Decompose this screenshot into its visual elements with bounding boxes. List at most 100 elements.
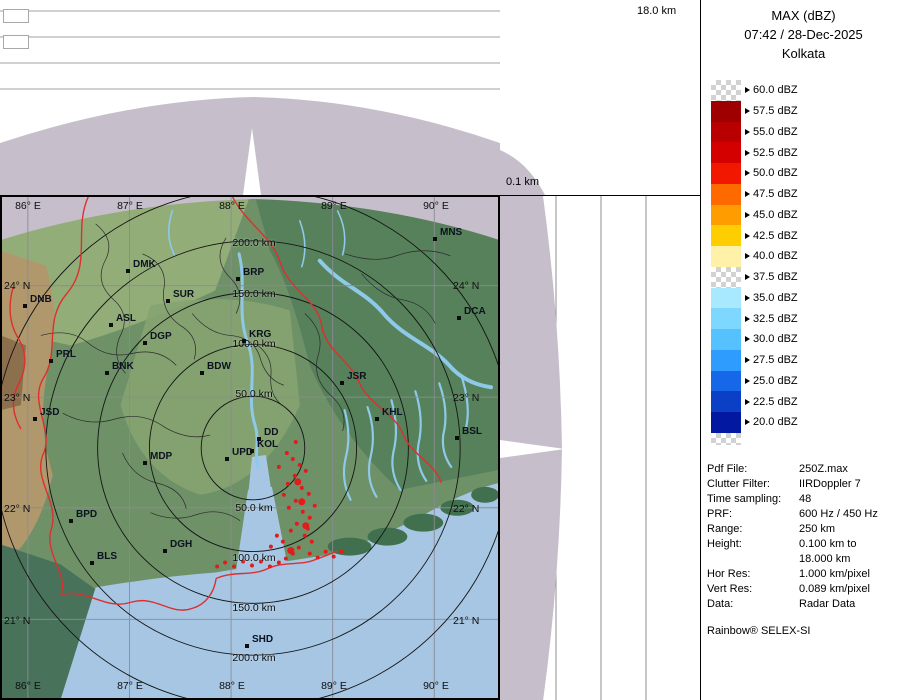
legend-color-swatch (711, 184, 741, 205)
legend-arrow-icon (745, 191, 750, 197)
legend-row: 30.0 dBZ (711, 329, 798, 350)
metadata-label: Vert Res: (707, 582, 799, 597)
axis-tick-box (3, 35, 29, 49)
legend-arrow-icon (745, 108, 750, 114)
legend-row: 50.0 dBZ (711, 163, 798, 184)
metadata-value: IIRDoppler 7 (799, 477, 861, 492)
legend-value-label: 57.5 dBZ (753, 105, 798, 117)
legend-color-swatch (711, 308, 741, 329)
radar-map-graphic (1, 196, 499, 699)
metadata-value: 1.000 km/pixel (799, 567, 870, 582)
legend-bottom-stub (711, 433, 741, 445)
legend-arrow-icon (745, 399, 750, 405)
legend-row: 60.0 dBZ (711, 80, 798, 101)
metadata-row: Hor Res:1.000 km/pixel (707, 567, 903, 582)
axis-tick-box (3, 9, 29, 23)
metadata-row: Height:0.100 km to 18.000 km (707, 537, 903, 567)
legend-value-label: 20.0 dBZ (753, 416, 798, 428)
legend-row: 35.0 dBZ (711, 288, 798, 309)
legend-value-label: 42.5 dBZ (753, 230, 798, 242)
legend-arrow-icon (745, 316, 750, 322)
metadata-label: Height: (707, 537, 799, 567)
legend-arrow-icon (745, 253, 750, 259)
metadata-row: Time sampling:48 (707, 492, 903, 507)
legend-row: 42.5 dBZ (711, 225, 798, 246)
radar-map-panel: 86° E86° E87° E87° E88° E88° E89° E89° E… (0, 195, 500, 700)
metadata-value: 0.089 km/pixel (799, 582, 870, 597)
legend-arrow-icon (745, 295, 750, 301)
legend-arrow-icon (745, 378, 750, 384)
legend-arrow-icon (745, 357, 750, 363)
legend-row: 57.5 dBZ (711, 101, 798, 122)
metadata-label: Range: (707, 522, 799, 537)
station-name: Kolkata (701, 44, 906, 63)
legend-color-swatch (711, 267, 741, 288)
metadata-value: 600 Hz / 450 Hz (799, 507, 878, 522)
legend-arrow-icon (745, 274, 750, 280)
top-height-profile-panel (0, 0, 500, 196)
legend-row: 32.5 dBZ (711, 308, 798, 329)
legend-value-label: 50.0 dBZ (753, 167, 798, 179)
software-credit: Rainbow® SELEX-SI (707, 624, 903, 639)
product-datetime: 07:42 / 28-Dec-2025 (701, 25, 906, 44)
legend-color-swatch (711, 329, 741, 350)
legend-color-swatch (711, 391, 741, 412)
legend-row: 22.5 dBZ (711, 391, 798, 412)
side-profile-graphic (500, 196, 700, 700)
legend-arrow-icon (745, 87, 750, 93)
legend-color-swatch (711, 350, 741, 371)
legend-value-label: 35.0 dBZ (753, 292, 798, 304)
legend-arrow-icon (745, 336, 750, 342)
legend-color-swatch (711, 80, 741, 101)
metadata-label: Time sampling: (707, 492, 799, 507)
product-info-panel: MAX (dBZ) 07:42 / 28-Dec-2025 Kolkata 60… (700, 0, 906, 700)
legend-arrow-icon (745, 129, 750, 135)
legend-value-label: 55.0 dBZ (753, 126, 798, 138)
legend-row: 40.0 dBZ (711, 246, 798, 267)
legend-row: 52.5 dBZ (711, 142, 798, 163)
height-min-label: 0.1 km (506, 176, 539, 188)
legend-value-label: 37.5 dBZ (753, 271, 798, 283)
legend-arrow-icon (745, 212, 750, 218)
legend-row: 47.5 dBZ (711, 184, 798, 205)
metadata-value: 0.100 km to 18.000 km (799, 537, 856, 567)
legend-arrow-icon (745, 150, 750, 156)
legend-color-swatch (711, 142, 741, 163)
legend-row: 37.5 dBZ (711, 267, 798, 288)
legend-arrow-icon (745, 233, 750, 239)
legend-color-swatch (711, 412, 741, 433)
legend-color-swatch (711, 246, 741, 267)
legend-row: 27.5 dBZ (711, 350, 798, 371)
metadata-label: Hor Res: (707, 567, 799, 582)
metadata-value: 250 km (799, 522, 835, 537)
legend-row: 20.0 dBZ (711, 412, 798, 433)
legend-arrow-icon (745, 170, 750, 176)
legend-color-swatch (711, 163, 741, 184)
legend-row: 45.0 dBZ (711, 205, 798, 226)
legend-color-swatch (711, 288, 741, 309)
metadata-row: Pdf File:250Z.max (707, 462, 903, 477)
metadata-label: Pdf File: (707, 462, 799, 477)
axis-corner-panel: 18.0 km 0.1 km (500, 0, 700, 195)
legend-value-label: 40.0 dBZ (753, 250, 798, 262)
metadata-value: Radar Data (799, 597, 855, 612)
legend-value-label: 22.5 dBZ (753, 396, 798, 408)
product-title: MAX (dBZ) (701, 6, 906, 25)
legend-color-swatch (711, 205, 741, 226)
legend-color-swatch (711, 122, 741, 143)
legend-value-label: 32.5 dBZ (753, 313, 798, 325)
metadata-value: 48 (799, 492, 811, 507)
legend-color-swatch (711, 371, 741, 392)
legend-color-swatch (711, 101, 741, 122)
legend-row: 55.0 dBZ (711, 122, 798, 143)
legend-rows: 60.0 dBZ 57.5 dBZ 55.0 dBZ 52.5 dBZ 50.0 dBZ… (711, 80, 798, 433)
metadata-label: Data: (707, 597, 799, 612)
side-height-profile-panel (500, 195, 700, 700)
metadata-row: Clutter Filter:IIRDoppler 7 (707, 477, 903, 492)
radar-display-window: 18.0 km 0.1 km (0, 0, 906, 700)
metadata-row: Range:250 km (707, 522, 903, 537)
metadata-block: Pdf File:250Z.maxClutter Filter:IIRDoppl… (707, 462, 903, 639)
legend-color-swatch (711, 225, 741, 246)
metadata-value: 250Z.max (799, 462, 848, 477)
metadata-row: PRF:600 Hz / 450 Hz (707, 507, 903, 522)
